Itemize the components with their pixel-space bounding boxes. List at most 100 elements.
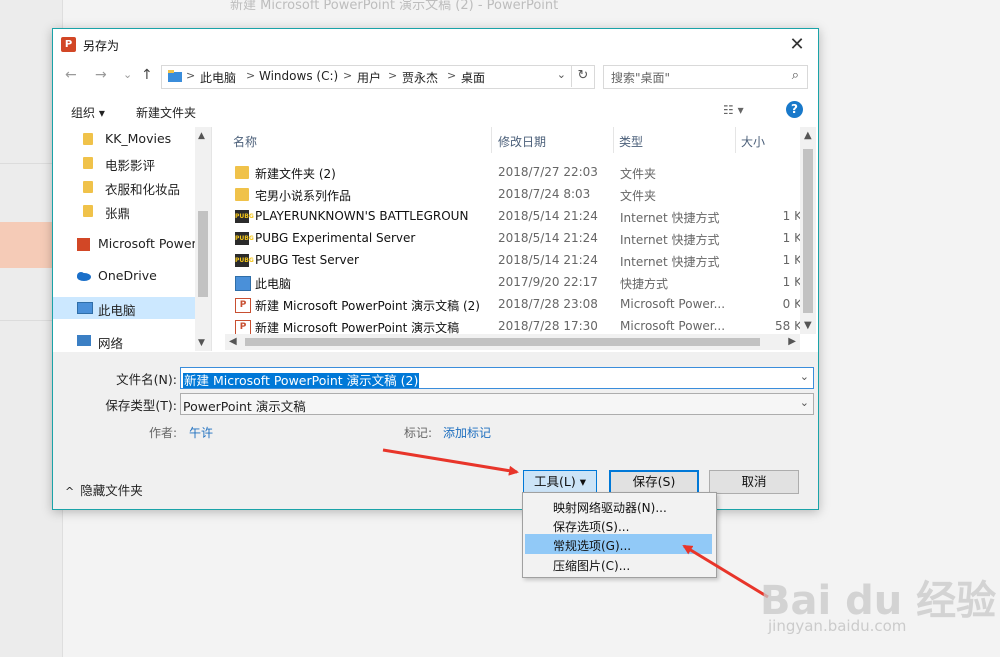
file-row[interactable]: PUBG PUBG Test Server 2018/5/14 21:24 In… <box>225 249 800 271</box>
file-row[interactable]: P 新建 Microsoft PowerPoint 演示文稿 2018/7/28… <box>225 315 800 334</box>
file-row[interactable]: 此电脑 2017/9/20 22:17 快捷方式 1 K <box>225 271 800 293</box>
tags-value[interactable]: 添加标记 <box>443 424 491 441</box>
file-date: 2018/5/14 21:24 <box>498 231 598 245</box>
nav-pane-scrollbar[interactable]: ▲ ▼ <box>195 127 211 351</box>
scroll-left-icon[interactable]: ◀ <box>229 336 237 347</box>
nav-item-kk-movies[interactable]: KK_Movies <box>53 128 195 150</box>
nav-item-powerpoint[interactable]: Microsoft PowerPoint <box>53 233 195 255</box>
nav-item-this-pc[interactable]: 此电脑 <box>53 297 195 319</box>
hide-folders-label: 隐藏文件夹 <box>80 483 143 498</box>
search-placeholder: 搜索"桌面" <box>611 71 671 85</box>
breadcrumb-item[interactable]: Windows (C:) <box>259 69 338 83</box>
breadcrumb-separator-icon: > <box>246 69 256 82</box>
scroll-up-icon[interactable]: ▲ <box>804 130 812 141</box>
close-button[interactable]: ✕ <box>784 32 810 58</box>
nav-item-movie-reviews[interactable]: 电影影评 <box>53 152 195 174</box>
forward-arrow-icon[interactable]: → <box>95 67 107 83</box>
breadcrumb-item[interactable]: 此电脑 <box>200 69 236 86</box>
chevron-down-icon[interactable]: ⌄ <box>800 370 809 383</box>
filetype-select[interactable]: PowerPoint 演示文稿 ⌄ <box>180 393 814 415</box>
column-header-size[interactable]: 大小 <box>741 133 765 159</box>
pubg-shortcut-icon: PUBG <box>235 254 254 267</box>
author-value[interactable]: 午许 <box>189 424 213 441</box>
nav-item-network[interactable]: 网络 <box>53 330 195 351</box>
command-bar: 组织 ▾ 新建文件夹 ☷ ▾ ? <box>53 96 818 126</box>
up-arrow-icon[interactable]: ↑ <box>141 67 153 83</box>
computer-icon <box>77 302 93 314</box>
computer-shortcut-icon <box>235 276 251 291</box>
file-name: 新建 Microsoft PowerPoint 演示文稿 <box>255 321 460 334</box>
save-button[interactable]: 保存(S) <box>609 470 699 494</box>
file-row[interactable]: PUBG PUBG Experimental Server 2018/5/14 … <box>225 227 800 249</box>
file-date: 2018/7/24 8:03 <box>498 187 591 201</box>
column-header-type[interactable]: 类型 <box>619 133 643 159</box>
network-icon <box>77 335 91 346</box>
tags-label: 标记: <box>404 426 433 440</box>
folder-icon <box>235 166 249 179</box>
scroll-up-icon[interactable]: ▲ <box>198 131 205 141</box>
scroll-down-icon[interactable]: ▼ <box>804 320 812 331</box>
file-type: 快捷方式 <box>620 277 669 291</box>
file-row[interactable]: P 新建 Microsoft PowerPoint 演示文稿 (2) 2018/… <box>225 293 800 315</box>
sort-ascending-icon: ^ <box>353 127 362 134</box>
scroll-down-icon[interactable]: ▼ <box>198 338 205 348</box>
column-header-date[interactable]: 修改日期 <box>498 133 546 159</box>
powerpoint-icon: P <box>61 37 76 52</box>
organize-button[interactable]: 组织 ▾ <box>71 104 105 121</box>
chevron-down-icon[interactable]: ⌄ <box>557 68 566 81</box>
menu-item-save-options[interactable]: 保存选项(S)... <box>525 515 712 535</box>
filename-input[interactable]: 新建 Microsoft PowerPoint 演示文稿 (2) ⌄ <box>180 367 814 389</box>
file-row[interactable]: 新建文件夹 (2) 2018/7/27 22:03 文件夹 <box>225 161 800 183</box>
file-name: PUBG Test Server <box>255 253 359 267</box>
dialog-title: 另存为 <box>83 39 120 53</box>
breadcrumb-item[interactable]: 贾永杰 <box>402 69 438 86</box>
nav-item-label: 此电脑 <box>98 303 136 318</box>
nav-item-zhang-ding[interactable]: 张鼎 <box>53 200 195 222</box>
breadcrumb-item[interactable]: 用户 <box>357 69 381 86</box>
powerpoint-file-icon: P <box>235 298 251 313</box>
hide-folders-button[interactable]: ^ 隐藏文件夹 <box>65 480 143 499</box>
address-bar[interactable]: > 此电脑 > Windows (C:) > 用户 > 贾永杰 > 桌面 ⌄ <box>161 65 595 89</box>
nav-item-label: 网络 <box>98 336 124 351</box>
menu-item-general-options[interactable]: 常规选项(G)... <box>525 534 712 554</box>
scrollbar-thumb[interactable] <box>803 149 813 313</box>
search-input[interactable]: 搜索"桌面" ⌕ <box>603 65 808 89</box>
file-date: 2018/7/27 22:03 <box>498 165 598 179</box>
file-row[interactable]: 宅男小说系列作品 2018/7/24 8:03 文件夹 <box>225 183 800 205</box>
file-name: 宅男小说系列作品 <box>255 189 352 203</box>
view-options-icon[interactable]: ☷ ▾ <box>723 103 744 117</box>
scrollbar-thumb[interactable] <box>198 211 208 297</box>
file-size: 0 K <box>782 297 800 311</box>
file-list: 名称 ^ 修改日期 类型 大小 新建文件夹 (2) 2018/7/27 22:0… <box>225 127 800 334</box>
file-type: 文件夹 <box>620 189 657 203</box>
column-header-name[interactable]: 名称 <box>233 133 257 159</box>
save-options-panel: 文件名(N): 新建 Microsoft PowerPoint 演示文稿 (2)… <box>53 352 818 509</box>
breadcrumb-item[interactable]: 桌面 <box>461 69 485 86</box>
back-arrow-icon[interactable]: ← <box>65 67 77 83</box>
tools-dropdown-menu: 映射网络驱动器(N)... 保存选项(S)... 常规选项(G)... 压缩图片… <box>522 492 717 578</box>
new-folder-button[interactable]: 新建文件夹 <box>136 104 196 121</box>
menu-item-map-network-drive[interactable]: 映射网络驱动器(N)... <box>525 496 712 516</box>
menu-item-compress-pictures[interactable]: 压缩图片(C)... <box>525 554 712 574</box>
cancel-button[interactable]: 取消 <box>709 470 799 494</box>
breadcrumb-separator-icon: > <box>388 69 398 82</box>
nav-item-clothes-cosmetics[interactable]: 衣服和化妆品 <box>53 176 195 198</box>
tools-button[interactable]: 工具(L) ▾ <box>523 470 597 494</box>
nav-item-onedrive[interactable]: OneDrive <box>53 265 195 287</box>
file-date: 2018/5/14 21:24 <box>498 253 598 267</box>
refresh-icon[interactable]: ↻ <box>571 65 594 87</box>
file-row[interactable]: PUBG PLAYERUNKNOWN'S BATTLEGROUN 2018/5/… <box>225 205 800 227</box>
file-list-vertical-scrollbar[interactable]: ▲ ▼ <box>800 127 816 334</box>
scroll-right-icon[interactable]: ▶ <box>788 336 796 347</box>
nav-item-label: OneDrive <box>98 268 157 283</box>
recent-locations-icon[interactable]: ⌄ <box>123 68 132 81</box>
nav-item-label: 电影影评 <box>105 158 156 173</box>
search-icon[interactable]: ⌕ <box>792 68 799 83</box>
help-icon[interactable]: ? <box>786 101 803 118</box>
scrollbar-thumb[interactable] <box>245 338 760 346</box>
file-name: 新建 Microsoft PowerPoint 演示文稿 (2) <box>255 299 480 313</box>
file-list-horizontal-scrollbar[interactable]: ◀ ▶ <box>225 334 800 350</box>
file-name: 新建文件夹 (2) <box>255 167 336 181</box>
background-window-title: 新建 Microsoft PowerPoint 演示文稿 (2) - Power… <box>230 0 559 13</box>
chevron-down-icon[interactable]: ⌄ <box>800 396 809 409</box>
